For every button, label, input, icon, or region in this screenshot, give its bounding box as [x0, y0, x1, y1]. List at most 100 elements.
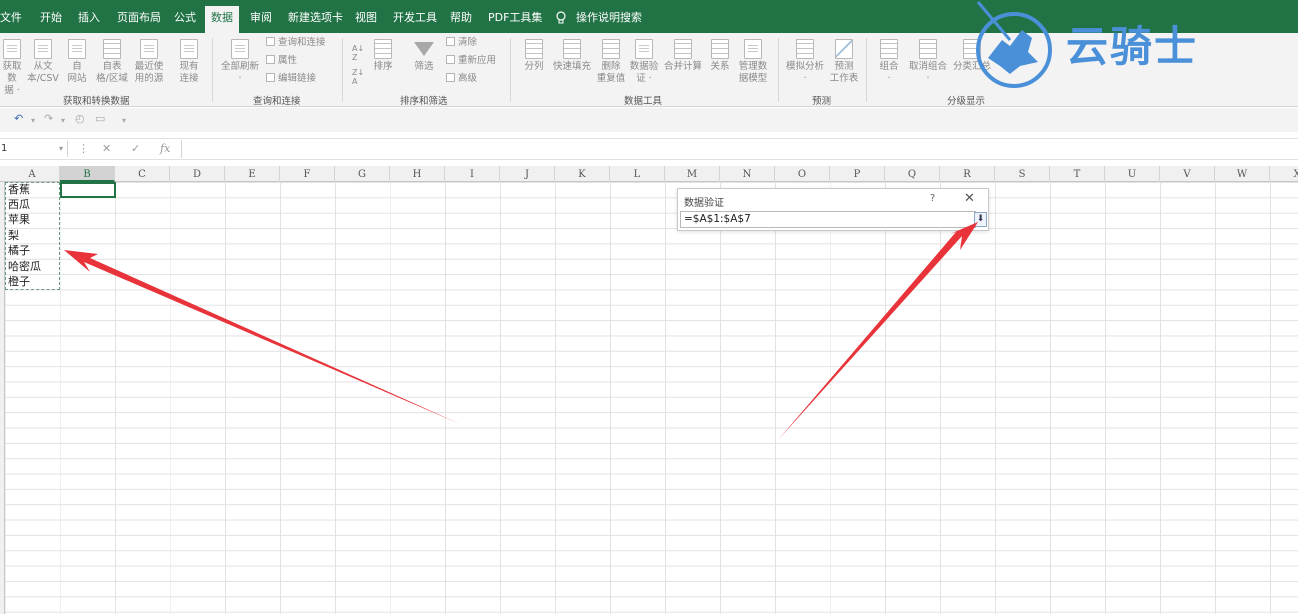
clear-label: 清除	[458, 37, 478, 48]
advanced-button[interactable]: 高级	[446, 73, 477, 85]
edit-links-button[interactable]: 编辑链接	[266, 73, 316, 85]
existing-connections-button[interactable]: 现有 连接	[175, 39, 203, 85]
screen-icon[interactable]: ▭	[95, 112, 105, 125]
from-csv-button[interactable]: 从文 本/CSV	[26, 39, 60, 85]
text-to-columns-button[interactable]: 分列	[519, 39, 549, 73]
tab-formulas[interactable]: 公式	[174, 0, 196, 33]
redo-dropdown-icon[interactable]: ▾	[61, 116, 65, 125]
column-header-x[interactable]: X	[1270, 166, 1298, 182]
what-if-analysis-button[interactable]: 模拟分析 ·	[783, 39, 827, 85]
redo-icon[interactable]: ↷	[44, 112, 53, 125]
close-icon[interactable]: ✕	[964, 191, 975, 206]
from-web-button[interactable]: 自 网站	[64, 39, 90, 85]
from-web-label-2: 网站	[67, 73, 87, 84]
remove-duplicates-button[interactable]: 删除 重复值	[595, 39, 627, 85]
undo-icon[interactable]: ↶	[14, 112, 23, 125]
tab-new-tab[interactable]: 新建选项卡	[288, 0, 343, 33]
column-header-p[interactable]: P	[830, 166, 885, 182]
clear-button[interactable]: 清除	[446, 37, 477, 49]
data-model-icon	[744, 39, 762, 59]
properties-button[interactable]: 属性	[266, 55, 297, 67]
column-header-v[interactable]: V	[1160, 166, 1215, 182]
filter-button[interactable]: 筛选	[408, 39, 440, 73]
sort-button[interactable]: 排序	[368, 39, 398, 73]
from-table-button[interactable]: 自表 格/区域	[95, 39, 129, 85]
tab-view[interactable]: 视图	[355, 0, 377, 33]
flash-fill-button[interactable]: 快速填充	[551, 39, 593, 73]
name-box[interactable]: 1	[0, 141, 68, 157]
column-header-g[interactable]: G	[335, 166, 390, 182]
name-box-dropdown-icon[interactable]: ▾	[59, 144, 63, 153]
column-header-c[interactable]: C	[115, 166, 170, 182]
tell-me-search[interactable]: 操作说明搜索	[576, 0, 642, 33]
customize-toolbar-icon[interactable]: ▾	[122, 116, 126, 125]
relationships-icon	[711, 39, 729, 59]
column-header-o[interactable]: O	[775, 166, 830, 182]
column-header-i[interactable]: I	[445, 166, 500, 182]
tab-review[interactable]: 审阅	[250, 0, 272, 33]
column-header-w[interactable]: W	[1215, 166, 1270, 182]
column-header-n[interactable]: N	[720, 166, 775, 182]
recent-sources-button[interactable]: 最近使 用的源	[132, 39, 166, 85]
ungroup-button[interactable]: 取消组合 ·	[906, 39, 950, 85]
relationships-button[interactable]: 关系	[706, 39, 734, 73]
forecast-sheet-label-1: 预测	[834, 61, 854, 72]
manage-data-model-button[interactable]: 管理数 据模型	[736, 39, 770, 85]
expand-dialog-button[interactable]: ⬇	[974, 212, 987, 227]
column-header-h[interactable]: H	[390, 166, 445, 182]
reapply-button[interactable]: 重新应用	[446, 55, 496, 67]
worksheet-grid[interactable]	[0, 182, 1298, 614]
refresh-all-button[interactable]: 全部刷新 ·	[218, 39, 262, 85]
active-cell-b1[interactable]	[60, 182, 116, 198]
sort-ascending-icon[interactable]: A↓ Z	[352, 44, 364, 62]
column-header-b[interactable]: B	[60, 166, 115, 182]
group-divider	[866, 38, 867, 102]
consolidate-button[interactable]: 合并计算	[662, 39, 704, 73]
formula-input[interactable]	[181, 140, 1298, 158]
tab-pdf-tools[interactable]: PDF工具集	[488, 0, 542, 33]
remove-duplicates-label-2: 重复值	[596, 73, 626, 84]
sort-descending-icon[interactable]: Z↓ A	[352, 68, 364, 86]
data-validation-button[interactable]: 数据验 证 ·	[628, 39, 660, 85]
column-header-s[interactable]: S	[995, 166, 1050, 182]
tab-insert[interactable]: 插入	[78, 0, 100, 33]
manage-data-model-label-1: 管理数	[738, 61, 768, 72]
tab-data[interactable]: 数据	[205, 6, 239, 33]
column-header-r[interactable]: R	[940, 166, 995, 182]
manage-data-model-label-2: 据模型	[738, 73, 768, 84]
column-header-u[interactable]: U	[1105, 166, 1160, 182]
group-button[interactable]: 组合 ·	[874, 39, 904, 85]
column-header-l[interactable]: L	[610, 166, 665, 182]
cancel-icon[interactable]: ✕	[102, 142, 111, 155]
undo-dropdown-icon[interactable]: ▾	[31, 116, 35, 125]
tab-developer[interactable]: 开发工具	[393, 0, 437, 33]
enter-check-icon[interactable]: ✓	[131, 142, 140, 155]
column-header-m[interactable]: M	[665, 166, 720, 182]
column-header-k[interactable]: K	[555, 166, 610, 182]
column-header-e[interactable]: E	[225, 166, 280, 182]
group-label-data-tools: 数据工具	[624, 96, 663, 107]
forecast-sheet-button[interactable]: 预测 工作表	[827, 39, 861, 85]
print-preview-icon[interactable]: ◴	[75, 112, 85, 125]
group-label-outline: 分级显示	[947, 96, 986, 107]
tab-file[interactable]: 文件	[0, 0, 22, 33]
data-validation-label-2: 证 ·	[636, 73, 652, 84]
insert-function-icon[interactable]: fx	[160, 142, 170, 155]
remove-duplicates-icon	[602, 39, 620, 59]
tab-page-layout[interactable]: 页面布局	[117, 0, 161, 33]
column-header-f[interactable]: F	[280, 166, 335, 182]
column-header-t[interactable]: T	[1050, 166, 1105, 182]
group-label-forecast: 预测	[812, 96, 832, 107]
column-header-d[interactable]: D	[170, 166, 225, 182]
get-data-button[interactable]: 获取数 据 ·	[0, 39, 24, 97]
help-icon[interactable]: ?	[930, 193, 935, 204]
column-header-a[interactable]: A	[5, 166, 60, 182]
source-range-input[interactable]: =$A$1:$A$7	[680, 211, 976, 228]
ungroup-icon	[919, 39, 937, 59]
queries-connections-button[interactable]: 查询和连接	[266, 37, 326, 49]
column-header-j[interactable]: J	[500, 166, 555, 182]
tab-home[interactable]: 开始	[40, 0, 62, 33]
tab-help[interactable]: 帮助	[450, 0, 472, 33]
column-header-q[interactable]: Q	[885, 166, 940, 182]
forecast-chart-icon	[835, 39, 853, 59]
